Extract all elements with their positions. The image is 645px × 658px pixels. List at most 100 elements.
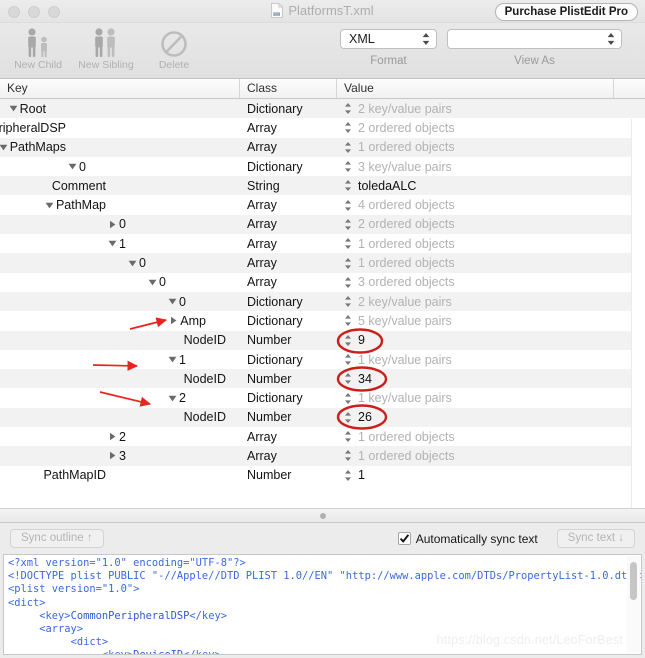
row-value-cell[interactable]: 1 ordered objects — [337, 427, 614, 446]
disclosure-triangle-expanded-icon[interactable] — [8, 103, 19, 114]
table-row[interactable]: 2 Array 1 ordered objects — [0, 427, 645, 447]
stepper-updown-icon[interactable] — [344, 237, 352, 250]
column-header-value[interactable]: Value — [337, 79, 614, 98]
row-value-cell[interactable]: 1 — [337, 466, 614, 485]
row-value-cell[interactable]: 5 key/value pairs — [337, 311, 614, 330]
stepper-updown-icon[interactable] — [344, 257, 352, 270]
disclosure-triangle-collapsed-icon[interactable] — [168, 315, 179, 326]
maximize-button[interactable] — [48, 6, 60, 18]
xml-scrollbar-thumb[interactable] — [630, 562, 637, 600]
column-header-extra[interactable] — [614, 79, 643, 98]
xml-vertical-scrollbar[interactable] — [627, 556, 640, 653]
table-row[interactable]: Amp Dictionary 5 key/value pairs — [0, 311, 645, 331]
row-key-cell[interactable]: 0 — [0, 215, 240, 234]
row-key-cell[interactable]: PathMap — [0, 195, 240, 214]
row-key-cell[interactable]: 3 — [0, 446, 240, 465]
row-key-cell[interactable]: 2 — [0, 427, 240, 446]
minimize-button[interactable] — [28, 6, 40, 18]
row-class-cell[interactable]: Dictionary — [240, 350, 337, 369]
disclosure-triangle-expanded-icon[interactable] — [127, 258, 138, 269]
row-class-cell[interactable]: Array — [240, 118, 337, 137]
row-value-cell[interactable]: 26 — [337, 408, 614, 427]
new-child-button[interactable]: New Child — [4, 25, 72, 71]
row-value-cell[interactable]: toledaALC — [337, 176, 614, 195]
stepper-updown-icon[interactable] — [344, 430, 352, 443]
delete-button[interactable]: Delete — [140, 25, 208, 71]
row-key-cell[interactable]: PathMaps — [0, 138, 240, 157]
row-class-cell[interactable]: Number — [240, 408, 337, 427]
row-value-cell[interactable]: 4 ordered objects — [337, 195, 614, 214]
row-class-cell[interactable]: Dictionary — [240, 388, 337, 407]
row-value-cell[interactable]: 3 ordered objects — [337, 273, 614, 292]
row-class-cell[interactable]: Dictionary — [240, 311, 337, 330]
stepper-updown-icon[interactable] — [344, 353, 352, 366]
stepper-updown-icon[interactable] — [344, 141, 352, 154]
row-class-cell[interactable]: Dictionary — [240, 157, 337, 176]
table-row[interactable]: 0 Array 3 ordered objects — [0, 272, 645, 292]
stepper-updown-icon[interactable] — [344, 121, 352, 134]
stepper-updown-icon[interactable] — [344, 102, 352, 115]
row-key-cell[interactable]: NodeID — [0, 331, 240, 350]
row-value-cell[interactable]: 1 ordered objects — [337, 446, 614, 465]
view-as-popup[interactable] — [447, 29, 622, 49]
row-class-cell[interactable]: Array — [240, 138, 337, 157]
table-row[interactable]: CommonPeripheralDSP Array 2 ordered object… — [0, 118, 645, 138]
table-row[interactable]: Comment String toledaALC — [0, 176, 645, 196]
row-class-cell[interactable]: Array — [240, 195, 337, 214]
row-class-cell[interactable]: Number — [240, 331, 337, 350]
row-value-cell[interactable]: 3 key/value pairs — [337, 157, 614, 176]
row-class-cell[interactable]: Dictionary — [240, 99, 337, 118]
stepper-updown-icon[interactable] — [344, 334, 352, 347]
row-value-cell[interactable]: 9 — [337, 331, 614, 350]
outline-rows-container[interactable]: Root Dictionary 2 key/value pairs CommonPer… — [0, 99, 645, 508]
auto-sync-checkbox[interactable] — [397, 532, 411, 545]
auto-sync-checkbox-row[interactable]: Automatically sync text — [397, 532, 538, 546]
table-row[interactable]: NodeID Number 26 — [0, 407, 645, 428]
disclosure-triangle-collapsed-icon[interactable] — [107, 450, 118, 461]
new-sibling-button[interactable]: New Sibling — [72, 25, 140, 71]
disclosure-triangle-expanded-icon[interactable] — [0, 142, 9, 153]
split-grabber-dot[interactable] — [319, 512, 326, 519]
table-row[interactable]: 0 Dictionary 3 key/value pairs — [0, 156, 645, 177]
xml-source-text[interactable]: <?xml version="1.0" encoding="UTF-8"?> <… — [8, 557, 641, 654]
column-header-class[interactable]: Class — [240, 79, 337, 98]
disclosure-triangle-expanded-icon[interactable] — [67, 161, 78, 172]
xml-text-editor[interactable]: <?xml version="1.0" encoding="UTF-8"?> <… — [3, 554, 642, 655]
row-class-cell[interactable]: Number — [240, 466, 337, 485]
row-class-cell[interactable]: Dictionary — [240, 292, 337, 311]
disclosure-triangle-expanded-icon[interactable] — [167, 296, 178, 307]
row-key-cell[interactable]: 1 — [0, 350, 240, 369]
stepper-updown-icon[interactable] — [344, 199, 352, 212]
stepper-updown-icon[interactable] — [344, 449, 352, 462]
disclosure-triangle-expanded-icon[interactable] — [44, 200, 55, 211]
row-key-cell[interactable]: NodeID — [0, 369, 240, 388]
row-class-cell[interactable]: Array — [240, 446, 337, 465]
row-class-cell[interactable]: Number — [240, 369, 337, 388]
table-row[interactable]: Root Dictionary 2 key/value pairs — [0, 99, 645, 119]
row-key-cell[interactable]: 0 — [0, 273, 240, 292]
row-key-cell[interactable]: 0 — [0, 157, 240, 176]
disclosure-triangle-collapsed-icon[interactable] — [107, 219, 118, 230]
row-key-cell[interactable]: 2 — [0, 388, 240, 407]
table-row[interactable]: 3 Array 1 ordered objects — [0, 446, 645, 466]
table-row[interactable]: PathMapID Number 1 — [0, 465, 645, 485]
row-key-cell[interactable]: NodeID — [0, 408, 240, 427]
table-row[interactable]: 0 Dictionary 2 key/value pairs — [0, 291, 645, 312]
table-row[interactable]: PathMaps Array 1 ordered objects — [0, 137, 645, 157]
format-popup[interactable]: XML — [340, 29, 437, 49]
split-divider[interactable] — [0, 508, 645, 522]
outline-vertical-scrollbar[interactable] — [631, 119, 645, 508]
stepper-updown-icon[interactable] — [344, 295, 352, 308]
sync-outline-button[interactable]: Sync outline ↑ — [10, 529, 104, 548]
row-value-cell[interactable]: 2 ordered objects — [337, 215, 614, 234]
disclosure-triangle-expanded-icon[interactable] — [147, 277, 158, 288]
disclosure-triangle-collapsed-icon[interactable] — [107, 431, 118, 442]
stepper-updown-icon[interactable] — [344, 314, 352, 327]
stepper-updown-icon[interactable] — [344, 276, 352, 289]
table-row[interactable]: NodeID Number 34 — [0, 369, 645, 389]
row-class-cell[interactable]: Array — [240, 253, 337, 272]
stepper-updown-icon[interactable] — [344, 372, 352, 385]
disclosure-triangle-expanded-icon[interactable] — [107, 238, 118, 249]
row-class-cell[interactable]: Array — [240, 234, 337, 253]
row-key-cell[interactable]: Amp — [0, 311, 240, 330]
